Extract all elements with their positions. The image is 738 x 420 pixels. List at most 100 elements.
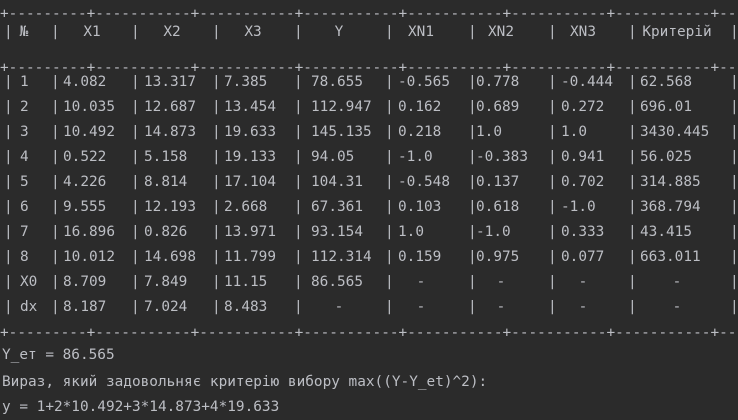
column-divider: | [730,224,738,240]
column-divider: | [51,74,60,90]
column-divider: | [628,199,637,215]
table-cell: 13.454 [224,99,276,115]
column-divider: | [131,24,140,40]
table-cell: 12.687 [144,99,196,115]
table-cell: 1.0 [561,124,587,140]
column-divider: | [548,74,557,90]
table-cell: 8.709 [63,274,107,290]
table-cell: 8.483 [224,299,268,315]
column-divider: | [294,99,303,115]
table-cell: -1.0 [476,224,511,240]
table-cell: 112.314 [311,249,372,265]
column-divider: | [131,224,140,240]
column-divider: | [628,174,637,190]
column-divider: | [212,174,221,190]
column-divider: | [628,124,637,140]
column-divider: | [212,249,221,265]
column-divider: | [131,299,140,315]
table-cell: 7.849 [144,274,188,290]
table-cell: 78.655 [311,74,363,90]
table-cell: 0.077 [561,249,605,265]
column-divider: | [730,99,738,115]
table-cell: 145.135 [311,124,372,140]
table-cell: - [672,299,682,315]
column-divider: | [730,299,738,315]
table-cell: 19.133 [224,149,276,165]
table-cell: 13.971 [224,224,276,240]
table-cell: 0.689 [476,99,520,115]
column-divider: | [51,299,60,315]
column-divider: | [131,99,140,115]
column-divider: | [51,24,60,40]
column-divider: | [4,24,13,40]
column-divider: | [212,224,221,240]
column-divider: | [548,299,557,315]
column-divider: | [294,199,303,215]
table-cell: 8.814 [144,174,188,190]
table-cell: 0.522 [63,149,107,165]
column-divider: | [131,74,140,90]
table-cell: 0.702 [561,174,605,190]
column-header: XN1 [408,24,434,40]
column-divider: | [51,99,60,115]
column-divider: | [294,249,303,265]
table-cell: -0.548 [398,174,450,190]
table-cell: 2 [20,99,29,115]
column-header: X2 [163,24,181,40]
table-cell: 19.633 [224,124,276,140]
table-cell: - [496,274,506,290]
column-divider: | [51,174,60,190]
table-cell: 10.492 [63,124,115,140]
column-divider: | [548,124,557,140]
column-divider: | [212,149,221,165]
table-cell: 16.896 [63,224,115,240]
table-cell: 696.01 [640,99,692,115]
table-cell: 112.947 [311,99,372,115]
column-divider: | [131,149,140,165]
table-cell: 0.137 [476,174,520,190]
table-cell: - [416,299,426,315]
column-divider: | [548,274,557,290]
table-cell: 663.011 [640,249,701,265]
column-divider: | [131,174,140,190]
table-cell: 62.568 [640,74,692,90]
column-divider: | [628,24,637,40]
column-divider: | [51,249,60,265]
table-cell: 10.035 [63,99,115,115]
table-cell: - [578,299,588,315]
table-cell: 14.698 [144,249,196,265]
column-header: Критерій [642,24,712,40]
column-divider: | [212,124,221,140]
table-cell: 11.799 [224,249,276,265]
column-divider: | [730,274,738,290]
table-cell: 4.082 [63,74,107,90]
column-divider: | [385,299,394,315]
column-divider: | [131,124,140,140]
table-cell: 86.565 [311,274,363,290]
column-divider: | [730,199,738,215]
table-cell: 0.162 [398,99,442,115]
table-cell: 0.159 [398,249,442,265]
table-cell: 0.778 [476,74,520,90]
column-divider: | [212,74,221,90]
table-cell: -1.0 [561,199,596,215]
table-cell: 3430.445 [640,124,710,140]
table-cell: 43.415 [640,224,692,240]
table-cell: - [496,299,506,315]
column-divider: | [212,99,221,115]
table-cell: 104.31 [311,174,363,190]
column-divider: | [51,149,60,165]
table-cell: 1 [20,74,29,90]
column-divider: | [294,299,303,315]
table-cell: 368.794 [640,199,701,215]
table-cell: 56.025 [640,149,692,165]
column-divider: | [548,224,557,240]
column-divider: | [730,249,738,265]
column-divider: | [4,149,13,165]
column-divider: | [385,224,394,240]
table-cell: 5.158 [144,149,188,165]
table-cell: 67.361 [311,199,363,215]
table-cell: 9.555 [63,199,107,215]
table-cell: 1.0 [398,224,424,240]
column-divider: | [4,174,13,190]
